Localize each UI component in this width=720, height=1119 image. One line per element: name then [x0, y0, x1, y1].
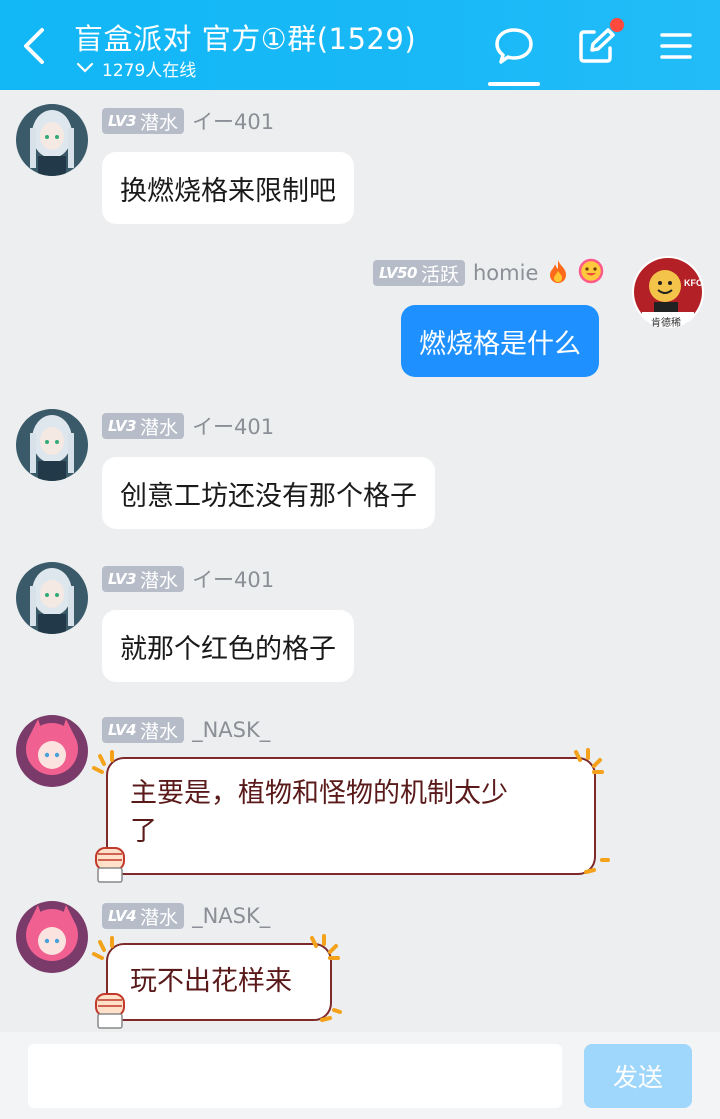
input-bar: 发送: [0, 1032, 720, 1119]
sparkle-decoration: [320, 1008, 342, 1022]
message-bubble[interactable]: 就那个红色的格子: [102, 610, 354, 682]
avatar-caption: 肯德稀: [651, 318, 681, 329]
fire-icon: [546, 258, 570, 288]
send-button[interactable]: 发送: [584, 1044, 692, 1108]
message-meta: LV3 潜水 イー401: [102, 106, 274, 136]
avatar[interactable]: [16, 409, 88, 481]
sender-name[interactable]: イー401: [192, 564, 274, 594]
chat-header: 盲盒派对 官方①群(1529) 1279人在线: [0, 0, 720, 90]
sender-name[interactable]: イー401: [192, 411, 274, 441]
fist-icon: [95, 847, 125, 883]
avatar[interactable]: [16, 562, 88, 634]
smile-icon: [578, 258, 604, 288]
level-badge: LV3 潜水: [102, 108, 185, 134]
back-arrow-icon[interactable]: [18, 24, 54, 68]
message-input[interactable]: [28, 1044, 562, 1108]
message-meta: LV3 潜水 イー401: [102, 411, 274, 441]
sparkle-decoration: [584, 858, 610, 874]
message-meta: LV4 潜水 _NASK_: [102, 903, 270, 929]
level-badge: LV4 潜水: [102, 903, 185, 929]
active-tab-indicator: [488, 82, 540, 86]
message-meta: LV3 潜水 イー401: [102, 564, 274, 594]
sender-name[interactable]: homie: [473, 261, 538, 285]
avatar[interactable]: [16, 104, 88, 176]
message-bubble[interactable]: 换燃烧格来限制吧: [102, 152, 354, 224]
message-bubble[interactable]: 创意工坊还没有那个格子: [102, 457, 435, 529]
sparkle-decoration: [92, 936, 114, 960]
chat-bubble-icon[interactable]: [490, 22, 538, 70]
chevron-down-icon: [76, 59, 94, 79]
level-badge: LV50 活跃: [373, 260, 465, 286]
svg-text:KFC: KFC: [684, 278, 703, 288]
sparkle-decoration: [310, 934, 340, 960]
sender-name[interactable]: _NASK_: [192, 718, 270, 742]
level-badge: LV3 潜水: [102, 566, 185, 592]
message-bubble-self[interactable]: 燃烧格是什么: [401, 305, 599, 377]
sparkle-decoration: [574, 748, 604, 774]
online-count[interactable]: 1279人在线: [76, 56, 196, 81]
avatar[interactable]: [16, 901, 88, 973]
fist-icon: [95, 993, 125, 1029]
avatar[interactable]: [16, 715, 88, 787]
notification-dot: [610, 18, 624, 32]
message-meta: LV50 活跃 homie: [373, 258, 604, 288]
message-bubble-decorated[interactable]: 玩不出花样来: [106, 943, 332, 1021]
message-bubble-decorated[interactable]: 主要是，植物和怪物的机制太少 了: [106, 757, 596, 875]
message-meta: LV4 潜水 _NASK_: [102, 717, 270, 743]
menu-icon[interactable]: [652, 22, 700, 70]
sender-name[interactable]: イー401: [192, 106, 274, 136]
online-count-label: 1279人在线: [102, 61, 197, 81]
level-badge: LV4 潜水: [102, 717, 185, 743]
sparkle-decoration: [92, 750, 114, 774]
level-badge: LV3 潜水: [102, 413, 185, 439]
sender-name[interactable]: _NASK_: [192, 904, 270, 928]
group-title[interactable]: 盲盒派对 官方①群(1529): [74, 16, 416, 58]
